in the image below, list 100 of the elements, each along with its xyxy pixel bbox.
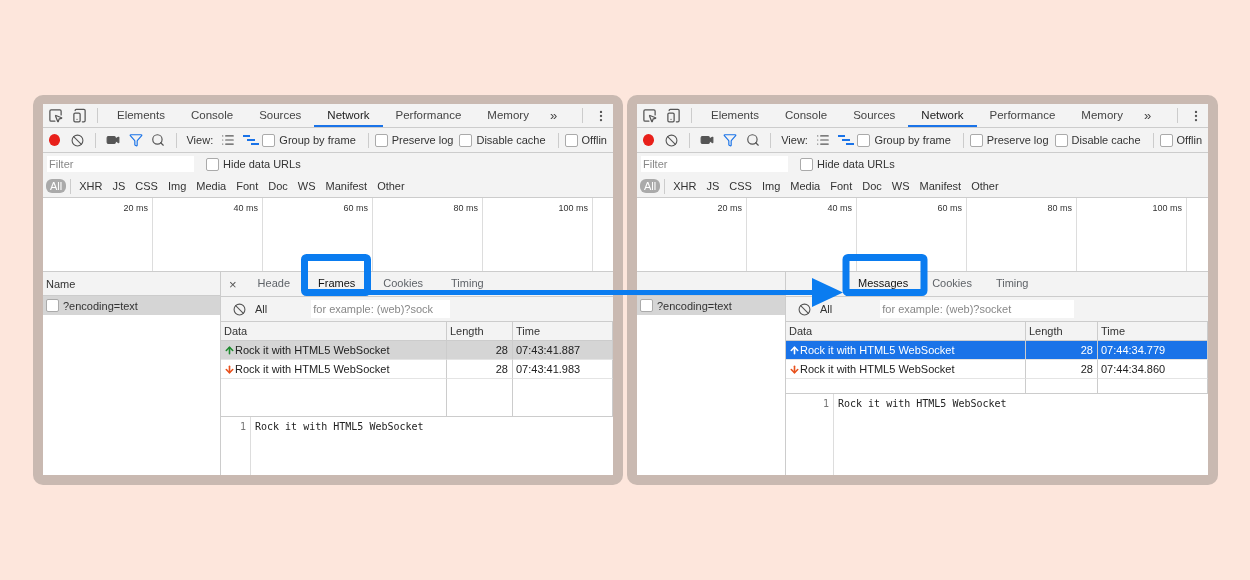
request-row[interactable]: ?encoding=text [637,296,785,315]
table-cell: 28 [447,341,513,360]
type-filter[interactable]: JS [108,179,130,193]
type-filter[interactable]: Font [826,179,857,193]
time-tick: 100 ms [1077,198,1187,271]
devtools-tab[interactable]: Performance [382,104,475,127]
devtools-tab[interactable]: Console [771,104,841,127]
type-filter[interactable]: Img [757,179,785,193]
checkbox-option[interactable]: Group by frame [857,133,951,147]
time-tick: 100 ms [483,198,593,271]
time-tick: 60 ms [263,198,373,271]
checkbox-option[interactable]: Hide data URLs [206,157,301,171]
column-header: Time [1098,322,1208,341]
line-number: 1 [221,417,251,475]
message-content: Rock it with HTML5 WebSocket [837,397,1007,411]
waterfall-view-icon[interactable] [243,134,260,146]
view-label: View: [186,134,214,146]
table-cell: 07:44:34.779 [1098,341,1208,360]
message-row[interactable]: Rock it with HTML5 WebSocket [221,341,447,360]
detail-tab[interactable]: Timing [983,272,1041,296]
type-filter[interactable]: CSS [725,179,756,193]
close-button[interactable]: × [221,276,239,292]
type-filter[interactable]: Img [163,179,191,193]
table-cell: 28 [1026,360,1098,379]
detail-tab[interactable]: Heade [248,272,299,296]
detail-tab[interactable]: Cookies [374,272,433,296]
type-filter[interactable]: Other [373,179,409,193]
column-header: Name [46,277,76,290]
table-cell: 07:43:41.983 [513,360,613,379]
time-tick: 80 ms [373,198,483,271]
message-row[interactable]: Rock it with HTML5 WebSocket [786,341,1026,360]
table-cell: 28 [1026,341,1098,360]
checkbox-option[interactable]: Preserve log [969,133,1049,147]
regex-filter-field[interactable]: for example: (web)?socket [880,300,1075,318]
message-row[interactable]: Rock it with HTML5 WebSocket [221,360,447,379]
line-number: 1 [786,394,834,475]
checkbox-option[interactable]: Disable cache [459,133,546,147]
checkbox-option[interactable]: Offlin [1159,133,1203,147]
request-row[interactable]: ?encoding=text [43,296,220,315]
time-tick: 20 ms [637,198,747,271]
column-header: Length [447,322,513,341]
record-button[interactable] [643,134,655,146]
type-filter[interactable]: Font [232,179,263,193]
column-header: Data [786,322,1026,341]
table-cell: 28 [447,360,513,379]
devtools-tab[interactable]: Sources [246,104,315,127]
devtools-tab[interactable]: Memory [1068,104,1136,127]
devtools-tab[interactable]: Sources [840,104,909,127]
message-data: Rock it with HTML5 WebSocket [800,363,955,375]
type-filter[interactable]: WS [887,179,914,193]
column-header: Data [221,322,447,341]
type-filter[interactable]: Doc [264,179,292,193]
checkbox-option[interactable]: Group by frame [262,133,356,147]
message-filter[interactable]: All [820,303,833,315]
type-filter[interactable]: Manifest [321,179,372,193]
regex-filter-field[interactable]: for example: (web)?sock [311,300,451,318]
message-data: Rock it with HTML5 WebSocket [800,344,955,356]
devtools-tab[interactable]: Elements [698,104,772,127]
checkbox-option[interactable]: Disable cache [1054,133,1141,147]
type-filter[interactable]: CSS [131,179,162,193]
devtools-tab[interactable]: Console [177,104,247,127]
type-filter[interactable]: Other [967,179,1003,193]
message-data: Rock it with HTML5 WebSocket [235,363,390,375]
type-filter[interactable]: XHR [669,179,701,193]
detail-tab[interactable]: Timing [442,272,493,296]
more-tabs-button[interactable]: » [541,108,566,123]
checkbox-option[interactable]: Offlin [564,133,607,147]
time-tick: 20 ms [43,198,153,271]
type-filter[interactable]: Doc [858,179,886,193]
more-tabs-button[interactable]: » [1135,108,1160,123]
devtools-tab[interactable]: Memory [474,104,542,127]
filter-field[interactable]: Filter [47,156,194,172]
column-header: Length [1026,322,1098,341]
filter-field[interactable]: Filter [641,156,788,172]
checkbox-option[interactable]: Hide data URLs [800,157,895,171]
empty-table-cell [1026,379,1098,394]
table-cell: 07:43:41.887 [513,341,613,360]
column-header: Time [513,322,613,341]
message-data: Rock it with HTML5 WebSocket [235,344,390,356]
waterfall-view-icon[interactable] [838,134,854,146]
devtools-tab[interactable]: Elements [104,104,178,127]
message-filter[interactable]: All [255,303,268,315]
type-filter[interactable]: Media [786,179,825,193]
checkbox-option[interactable]: Preserve log [374,133,454,147]
record-button[interactable] [49,134,61,146]
table-cell: 07:44:34.860 [1098,360,1208,379]
time-tick: 60 ms [857,198,967,271]
empty-table-cell [447,379,513,417]
type-filter[interactable]: WS [293,179,320,193]
devtools-tab[interactable]: Performance [976,104,1069,127]
time-tick: 80 ms [967,198,1077,271]
time-tick: 40 ms [747,198,857,271]
type-filter[interactable]: JS [702,179,724,193]
view-label: View: [781,134,808,146]
type-filter[interactable]: Media [192,179,231,193]
type-filter[interactable]: XHR [75,179,107,193]
detail-tab[interactable]: Cookies [920,272,984,296]
type-filter[interactable]: Manifest [915,179,966,193]
message-content: Rock it with HTML5 WebSocket [254,420,424,434]
message-row[interactable]: Rock it with HTML5 WebSocket [786,360,1026,379]
